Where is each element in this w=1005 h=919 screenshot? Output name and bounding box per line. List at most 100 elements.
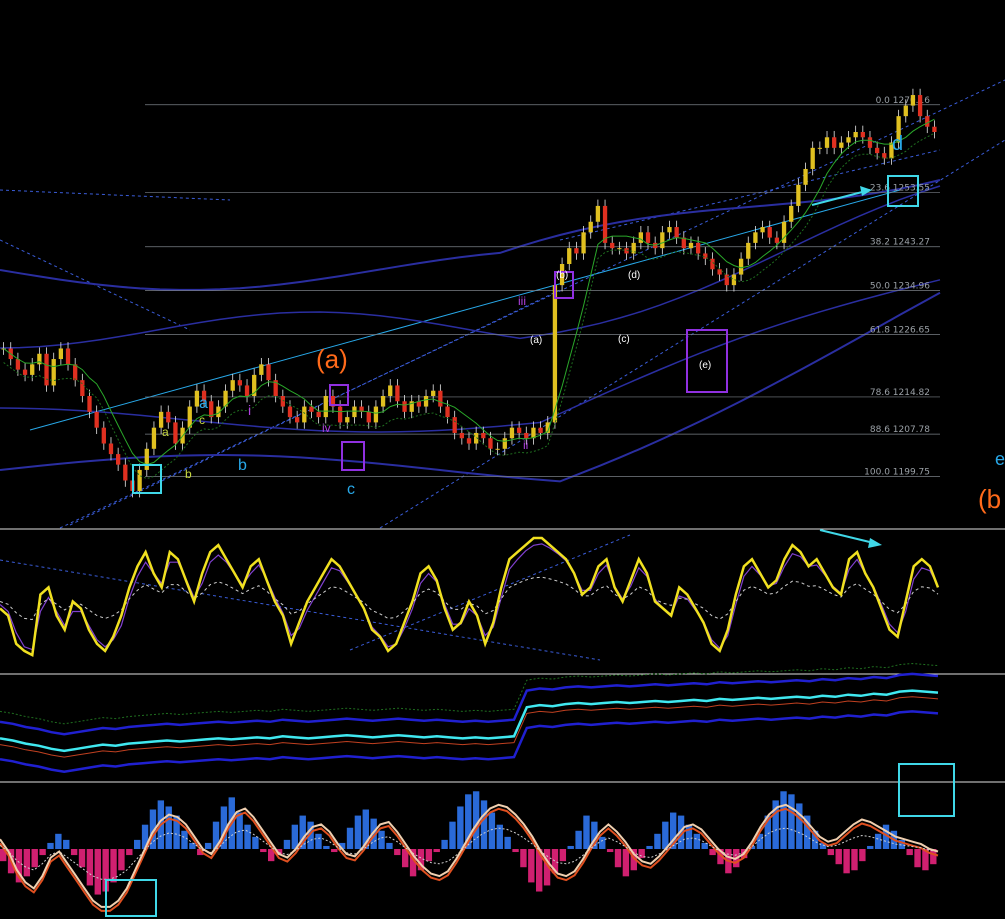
histogram-bar [693, 833, 701, 849]
candle-body [373, 406, 379, 423]
wave-label: iii [518, 294, 526, 308]
candle-body [302, 406, 307, 423]
wave-label: (b [978, 484, 1001, 514]
candle-body [452, 417, 457, 433]
histogram-bar [244, 824, 251, 849]
histogram-bar [575, 830, 582, 849]
histogram-bar [567, 845, 574, 849]
wave-label: iv [322, 421, 331, 435]
histogram-bar [63, 839, 70, 849]
histogram-bar [599, 836, 606, 849]
histogram-bar [480, 800, 488, 849]
candle-body [259, 364, 264, 375]
candle-body [30, 364, 35, 375]
histogram-bar [291, 824, 299, 849]
candle-body [832, 137, 837, 148]
candle-body [137, 469, 142, 492]
candle-body [380, 396, 386, 407]
histogram-bar [788, 794, 795, 849]
histogram-bar [843, 849, 850, 874]
histogram-bar [39, 849, 46, 856]
candle-body [810, 147, 815, 169]
wave-label: (a) [530, 335, 542, 346]
candle-body [917, 95, 923, 117]
candle-body [767, 227, 772, 238]
histogram-bar [181, 830, 188, 849]
histogram-bar [86, 849, 94, 886]
wave-label: (a) [316, 344, 348, 374]
candle-body [502, 438, 507, 449]
histogram-bar [441, 839, 448, 849]
fib-level-label: 100.0 1199.75 [864, 468, 930, 478]
histogram-bar [78, 849, 86, 868]
histogram-bar [835, 849, 842, 865]
histogram-bar [346, 827, 354, 849]
candle-body [345, 417, 350, 423]
candle-body [488, 438, 493, 449]
wave-label: a [199, 395, 208, 412]
wave-label: i [248, 402, 251, 418]
fib-level-label: 23.6 1253.55 [870, 183, 930, 193]
candle-body [58, 348, 64, 360]
histogram-bar [165, 806, 172, 849]
candle-body [295, 417, 300, 423]
candle-body [266, 364, 271, 381]
histogram-bar [252, 836, 259, 849]
candle-body [73, 364, 78, 381]
fib-level-label: 88.6 1207.78 [870, 425, 930, 435]
candle-body [667, 227, 672, 233]
candle-body [867, 137, 873, 148]
candle-body [516, 427, 522, 433]
candle-body [287, 406, 293, 418]
fib-level-label: 50.0 1234.96 [870, 282, 930, 292]
histogram-bar [55, 833, 62, 849]
wave-label: (e) [699, 360, 711, 371]
histogram-bar [906, 849, 913, 856]
candle-body [337, 406, 343, 423]
candle-body [166, 411, 171, 423]
candle-body [402, 401, 407, 412]
histogram-bar [512, 849, 519, 853]
candle-body [695, 242, 701, 254]
candle-body [431, 390, 436, 396]
candle-body [366, 411, 371, 423]
histogram-bar [315, 833, 322, 849]
candle-body [101, 427, 106, 444]
candle-body [846, 137, 851, 143]
histogram-bar [583, 815, 590, 849]
candle-body [817, 147, 823, 149]
histogram-bar [94, 849, 101, 895]
candle-body [87, 396, 92, 412]
candle-body [438, 390, 443, 407]
wave-label: e [995, 449, 1005, 469]
candle-body [824, 137, 830, 148]
chart-background [0, 0, 1005, 919]
histogram-bar [780, 791, 787, 849]
candle-body [44, 353, 49, 386]
candle-body [173, 422, 178, 444]
histogram-bar [23, 849, 31, 877]
histogram-bar [654, 833, 661, 849]
histogram-bar [859, 849, 866, 862]
candle-body [65, 348, 71, 365]
histogram-bar [520, 849, 527, 868]
histogram-bar [646, 845, 653, 849]
histogram-bar [118, 849, 125, 871]
candle-body [674, 227, 679, 238]
candle-body [874, 147, 880, 154]
histogram-bar [851, 849, 858, 871]
histogram-bar [331, 849, 338, 853]
histogram-bar [126, 849, 133, 856]
candle-body [903, 105, 908, 117]
candle-body [94, 411, 99, 428]
candle-body [459, 432, 464, 439]
histogram-bar [283, 839, 291, 849]
histogram-bar [354, 815, 362, 849]
candle-body [645, 232, 651, 243]
histogram-bar [378, 830, 385, 849]
histogram-bar [559, 849, 567, 862]
histogram-bar [528, 849, 535, 883]
histogram-bar [874, 833, 882, 849]
candle-body [230, 380, 235, 391]
histogram-bar [827, 849, 835, 856]
